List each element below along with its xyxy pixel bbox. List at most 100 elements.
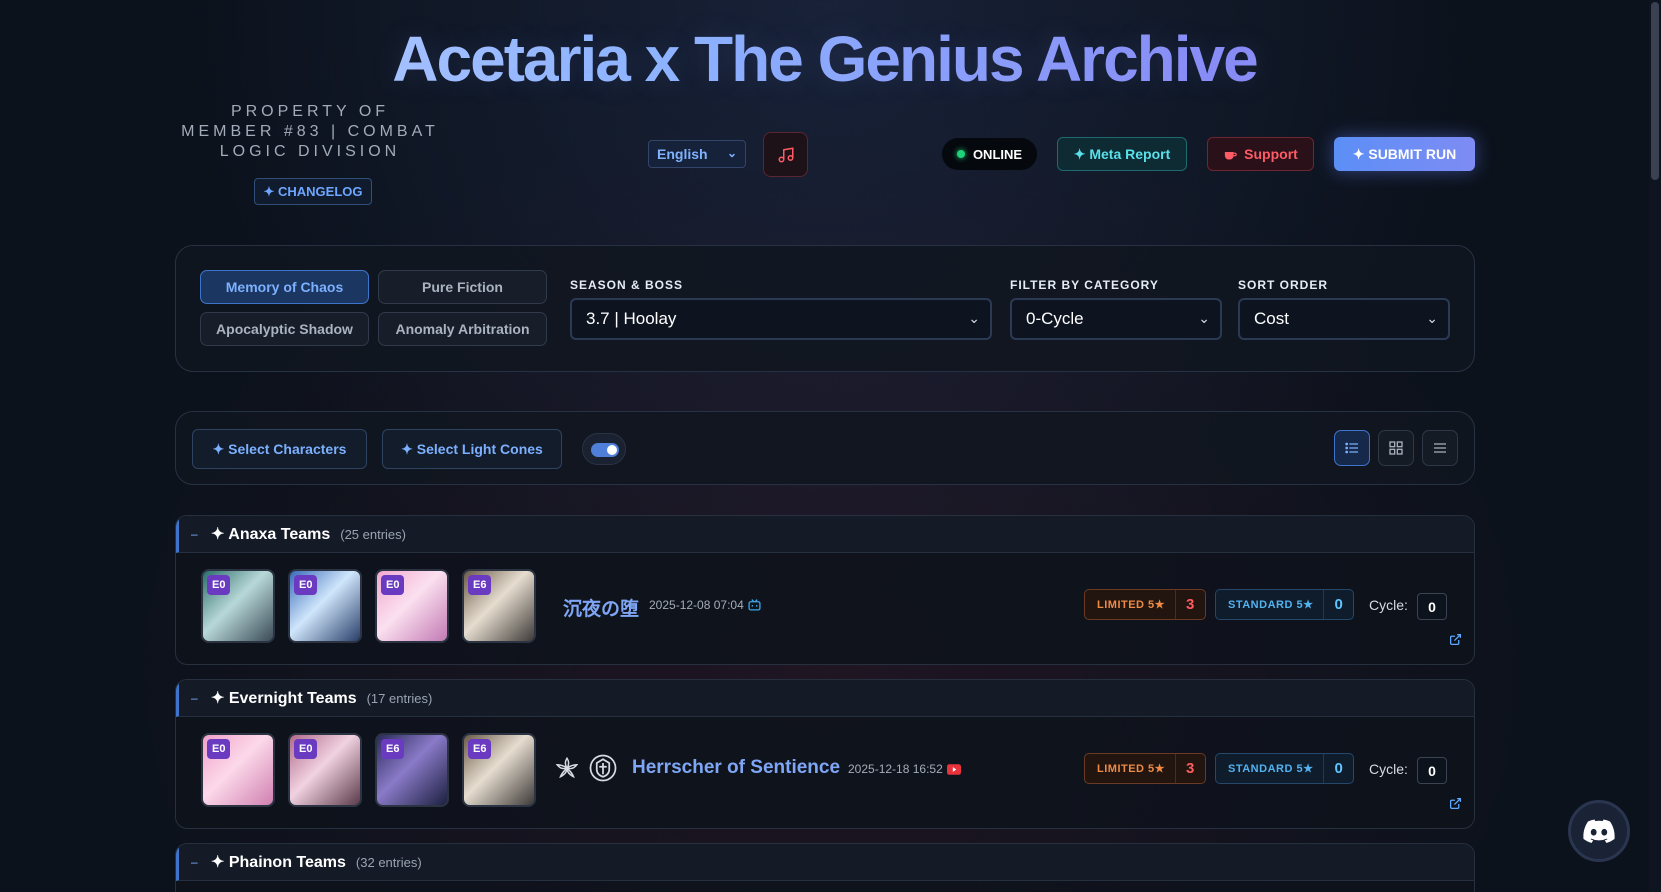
page-title: Acetaria x The Genius Archive	[0, 22, 1649, 96]
character-portrait[interactable]: E0	[288, 569, 362, 643]
eidolon-badge: E0	[294, 575, 318, 595]
character-portrait[interactable]: E0	[201, 569, 275, 643]
run-date: 2025-12-18 16:52	[848, 762, 961, 776]
mode-anomaly-arbitration[interactable]: Anomaly Arbitration	[378, 312, 547, 346]
eidolon-badge: E0	[381, 575, 405, 595]
team-group-evernight: – ✦ Evernight Teams (17 entries) E0 E0 E…	[175, 679, 1475, 829]
page-scrollbar[interactable]	[1649, 0, 1661, 892]
changelog-button[interactable]: ✦ CHANGELOG	[254, 178, 372, 205]
grid-view-button[interactable]	[1378, 430, 1414, 466]
flower-emblem-icon	[555, 756, 579, 779]
group-name: ✦ Anaxa Teams	[211, 526, 331, 543]
eidolon-badge: E6	[468, 739, 492, 759]
cycle-value: 0	[1417, 593, 1447, 620]
category-select[interactable]: 0-Cycle ⌄	[1010, 298, 1222, 340]
season-label: SEASON & BOSS	[570, 278, 684, 292]
status-text: ONLINE	[972, 146, 1023, 162]
support-label: Support	[1244, 146, 1298, 162]
run-entry[interactable]: E0 E0 E0 E6 沉夜の堕 2025-12-08 07:04 LIMITE…	[176, 553, 1474, 659]
status-dot-icon	[956, 150, 965, 158]
eidolon-badge: E0	[294, 739, 318, 759]
youtube-icon	[946, 763, 961, 775]
toggle-switch[interactable]	[591, 443, 619, 457]
mode-pure-fiction[interactable]: Pure Fiction	[378, 270, 547, 304]
collapse-icon[interactable]: –	[191, 527, 203, 541]
status-badge: ONLINE	[942, 138, 1037, 170]
music-note-icon	[778, 146, 793, 162]
eidolon-badge: E6	[381, 739, 405, 759]
category-value: 0-Cycle	[1026, 309, 1084, 328]
select-light-cones-button[interactable]: ✦ Select Light Cones	[382, 429, 562, 469]
shield-crest-icon	[589, 754, 617, 782]
mode-memory-of-chaos[interactable]: Memory of Chaos	[200, 270, 369, 304]
sort-select[interactable]: Cost ⌄	[1238, 298, 1450, 340]
limited-label: LIMITED 5★	[1097, 599, 1166, 611]
run-entry[interactable]: E0 E0 E6 E6 Herrscher of Sentience 2025-…	[176, 717, 1474, 823]
character-portrait[interactable]: E0	[375, 569, 449, 643]
character-portrait[interactable]: E0	[201, 733, 275, 807]
selection-toolbar: ✦ Select Characters ✦ Select Light Cones	[175, 411, 1475, 485]
character-portrait[interactable]: E6	[375, 733, 449, 807]
select-characters-button[interactable]: ✦ Select Characters	[192, 429, 367, 469]
standard-count-badge: STANDARD 5★ 0	[1215, 589, 1355, 620]
limited-count-badge: LIMITED 5★ 3	[1084, 753, 1206, 784]
list-icon	[1345, 442, 1358, 454]
cycle-label: Cycle:	[1369, 597, 1408, 613]
chevron-down-icon: ⌄	[1426, 310, 1438, 326]
group-count: (32 entries)	[355, 854, 422, 870]
list-view-button[interactable]	[1334, 430, 1370, 466]
scrollbar-thumb[interactable]	[1651, 2, 1659, 180]
collapse-icon[interactable]: –	[191, 855, 203, 869]
standard-label: STANDARD 5★	[1228, 599, 1314, 611]
bilibili-icon	[748, 599, 761, 611]
run-date: 2025-12-08 07:04	[649, 598, 761, 612]
group-header[interactable]: – ✦ Evernight Teams (17 entries)	[176, 680, 1474, 717]
character-portrait[interactable]: E6	[462, 733, 536, 807]
filters-panel: Memory of Chaos Pure Fiction Apocalyptic…	[175, 245, 1475, 372]
discord-button[interactable]	[1568, 800, 1630, 862]
chevron-down-icon: ⌄	[1198, 310, 1210, 326]
group-count: (17 entries)	[366, 690, 433, 706]
chevron-down-icon: ⌄	[726, 146, 737, 160]
eidolon-badge: E0	[207, 739, 231, 759]
filter-toggle[interactable]	[582, 433, 626, 465]
discord-icon	[1583, 819, 1615, 843]
grid-icon	[1389, 441, 1403, 455]
music-toggle-button[interactable]	[763, 132, 808, 177]
standard-label: STANDARD 5★	[1228, 763, 1314, 775]
mode-apocalyptic-shadow[interactable]: Apocalyptic Shadow	[200, 312, 369, 346]
cycle-label: Cycle:	[1369, 761, 1408, 777]
compact-view-button[interactable]	[1422, 430, 1458, 466]
standard-count: 0	[1323, 754, 1353, 783]
season-value: 3.7 | Hoolay	[586, 309, 677, 328]
run-title[interactable]: Herrscher of Sentience	[632, 757, 840, 779]
group-name: ✦ Evernight Teams	[211, 690, 357, 707]
eidolon-badge: E6	[468, 575, 492, 595]
group-header[interactable]: – ✦ Anaxa Teams (25 entries)	[176, 516, 1474, 553]
standard-count-badge: STANDARD 5★ 0	[1215, 753, 1355, 784]
coffee-icon	[1225, 151, 1237, 159]
group-name: ✦ Phainon Teams	[211, 854, 346, 871]
category-label: FILTER BY CATEGORY	[1010, 278, 1159, 292]
run-title[interactable]: 沉夜の堕	[563, 594, 639, 621]
group-header[interactable]: – ✦ Phainon Teams (32 entries)	[176, 844, 1474, 881]
menu-icon	[1434, 443, 1446, 453]
support-button[interactable]: Support	[1207, 137, 1314, 171]
eidolon-badge: E0	[207, 575, 231, 595]
team-group-phainon: – ✦ Phainon Teams (32 entries)	[175, 843, 1475, 892]
limited-count-badge: LIMITED 5★ 3	[1084, 589, 1206, 620]
character-portrait[interactable]: E0	[288, 733, 362, 807]
language-select[interactable]: English ⌄	[648, 140, 746, 168]
limited-label: LIMITED 5★	[1097, 763, 1166, 775]
character-portrait[interactable]: E6	[462, 569, 536, 643]
submit-run-button[interactable]: ✦ SUBMIT RUN	[1334, 137, 1475, 171]
external-link-icon[interactable]	[1449, 633, 1462, 651]
external-link-icon[interactable]	[1449, 797, 1462, 815]
season-select[interactable]: 3.7 | Hoolay ⌄	[570, 298, 992, 340]
limited-count: 3	[1175, 754, 1205, 783]
toggle-knob	[607, 445, 617, 455]
collapse-icon[interactable]: –	[191, 691, 203, 705]
meta-report-button[interactable]: ✦ Meta Report	[1057, 137, 1187, 171]
standard-count: 0	[1323, 590, 1353, 619]
team-group-anaxa: – ✦ Anaxa Teams (25 entries) E0 E0 E0 E6…	[175, 515, 1475, 665]
